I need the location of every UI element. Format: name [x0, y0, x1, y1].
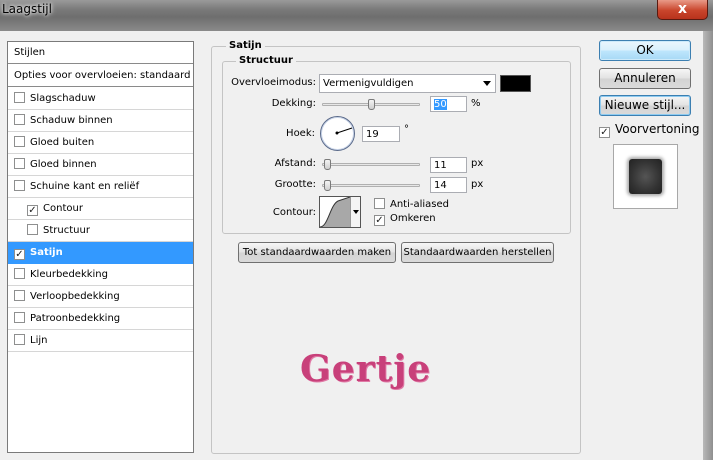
- size-input[interactable]: 14: [430, 177, 467, 193]
- style-item[interactable]: Structuur: [8, 220, 193, 242]
- style-item[interactable]: ✓ Satijn: [8, 242, 193, 264]
- blend-options-item[interactable]: Opties voor overvloeien: standaard: [8, 65, 193, 87]
- styles-header[interactable]: Stijlen: [8, 42, 193, 64]
- invert-checkbox[interactable]: ✓: [374, 215, 385, 226]
- style-item-label: Schaduw binnen: [30, 115, 113, 126]
- style-item-checkbox[interactable]: [27, 224, 38, 235]
- style-item-label: Satijn: [30, 247, 63, 258]
- close-button[interactable]: x: [657, 0, 708, 20]
- distance-label: Afstand:: [274, 158, 316, 169]
- chevron-down-icon: [353, 210, 359, 214]
- style-item-label: Patroonbedekking: [30, 313, 121, 324]
- preview-text: Gertje: [300, 348, 432, 390]
- style-item-label: Schuine kant en reliëf: [30, 181, 140, 192]
- style-item[interactable]: Gloed buiten: [8, 132, 193, 154]
- blend-color-swatch[interactable]: [500, 75, 531, 92]
- style-item-label: Gloed binnen: [30, 159, 97, 170]
- anti-aliased-checkbox[interactable]: [374, 198, 385, 209]
- style-item-label: Structuur: [43, 225, 90, 236]
- invert-label: Omkeren: [390, 213, 436, 224]
- opacity-unit: %: [471, 98, 481, 109]
- contour-picker[interactable]: [319, 196, 361, 228]
- contour-curve-icon: [320, 197, 350, 227]
- style-item[interactable]: Verloopbedekking: [8, 286, 193, 308]
- cancel-button[interactable]: Annuleren: [599, 68, 691, 89]
- distance-unit: px: [471, 158, 484, 169]
- style-item[interactable]: Lijn: [8, 330, 193, 352]
- make-default-button[interactable]: Tot standaardwaarden maken: [238, 242, 396, 263]
- angle-dial[interactable]: [320, 116, 355, 151]
- distance-value: 11: [434, 160, 447, 171]
- style-item[interactable]: Kleurbedekking: [8, 264, 193, 286]
- window-title: Laagstijl: [2, 2, 52, 16]
- style-item-label: Slagschaduw: [30, 93, 96, 104]
- style-item-checkbox[interactable]: [14, 268, 25, 279]
- angle-label: Hoek:: [286, 128, 315, 139]
- style-item-checkbox[interactable]: [14, 180, 25, 191]
- angle-dial-needle-icon: [335, 127, 353, 135]
- blend-mode-select[interactable]: Vermenigvuldigen: [319, 74, 496, 93]
- angle-value: 19: [366, 129, 379, 140]
- distance-slider-thumb[interactable]: [324, 159, 331, 170]
- style-item-label: Lijn: [30, 335, 48, 346]
- contour-label: Contour:: [272, 207, 316, 218]
- angle-input[interactable]: 19: [362, 126, 400, 142]
- style-item[interactable]: Schuine kant en reliëf: [8, 176, 193, 198]
- opacity-label: Dekking:: [271, 98, 316, 109]
- size-unit: px: [471, 179, 484, 190]
- style-item-checkbox[interactable]: ✓: [27, 205, 38, 216]
- style-item-checkbox[interactable]: [14, 158, 25, 169]
- style-item-checkbox[interactable]: ✓: [14, 249, 25, 260]
- preview-label: Voorvertoning: [615, 122, 700, 136]
- style-item[interactable]: Slagschaduw: [8, 88, 193, 110]
- opacity-input[interactable]: 50: [430, 96, 467, 112]
- style-item[interactable]: ✓ Contour: [8, 198, 193, 220]
- size-slider-thumb[interactable]: [324, 180, 331, 191]
- angle-unit: °: [404, 124, 409, 135]
- blend-mode-value: Vermenigvuldigen: [323, 78, 414, 89]
- structure-group-title: Structuur: [236, 55, 296, 66]
- contour-dropdown[interactable]: [350, 197, 360, 227]
- style-item-label: Contour: [43, 203, 83, 214]
- style-item-label: Verloopbedekking: [30, 291, 120, 302]
- style-item[interactable]: Schaduw binnen: [8, 110, 193, 132]
- opacity-value: 50: [434, 99, 447, 110]
- styles-list: Stijlen Opties voor overvloeien: standaa…: [7, 41, 194, 453]
- style-preview-swatch: [629, 159, 662, 194]
- styles-header-label: Stijlen: [14, 47, 46, 58]
- style-preview-thumbnail: [613, 144, 678, 209]
- chevron-down-icon: [483, 81, 491, 86]
- style-item-checkbox[interactable]: [14, 114, 25, 125]
- style-item-checkbox[interactable]: [14, 312, 25, 323]
- size-value: 14: [434, 180, 447, 191]
- style-item-label: Gloed buiten: [30, 137, 95, 148]
- style-item-checkbox[interactable]: [14, 136, 25, 147]
- invert-option[interactable]: ✓ Omkeren: [374, 213, 436, 226]
- preview-checkbox[interactable]: ✓: [599, 127, 610, 138]
- satin-group-title: Satijn: [226, 40, 265, 51]
- opacity-slider-thumb[interactable]: [368, 99, 375, 110]
- distance-slider-track[interactable]: [322, 163, 420, 166]
- style-item[interactable]: Gloed binnen: [8, 154, 193, 176]
- style-item-checkbox[interactable]: [14, 92, 25, 103]
- title-bar: Laagstijl x: [0, 0, 713, 31]
- style-item[interactable]: Patroonbedekking: [8, 308, 193, 330]
- new-style-button[interactable]: Nieuwe stijl...: [599, 95, 691, 116]
- close-icon: x: [677, 1, 688, 17]
- style-item-checkbox[interactable]: [14, 334, 25, 345]
- style-item-label: Kleurbedekking: [30, 269, 108, 280]
- ok-button[interactable]: OK: [599, 40, 691, 61]
- style-item-checkbox[interactable]: [14, 290, 25, 301]
- distance-input[interactable]: 11: [430, 157, 467, 173]
- preview-option[interactable]: ✓ Voorvertoning: [599, 122, 700, 138]
- blend-options-label: Opties voor overvloeien: standaard: [14, 70, 191, 81]
- blend-mode-label: Overvloeimodus:: [231, 77, 316, 88]
- window-edge: [703, 31, 713, 460]
- anti-aliased-label: Anti-aliased: [390, 199, 450, 210]
- size-slider-track[interactable]: [322, 184, 420, 187]
- size-label: Grootte:: [274, 179, 316, 190]
- reset-default-button[interactable]: Standaardwaarden herstellen: [401, 242, 554, 263]
- anti-aliased-option[interactable]: Anti-aliased: [374, 198, 449, 210]
